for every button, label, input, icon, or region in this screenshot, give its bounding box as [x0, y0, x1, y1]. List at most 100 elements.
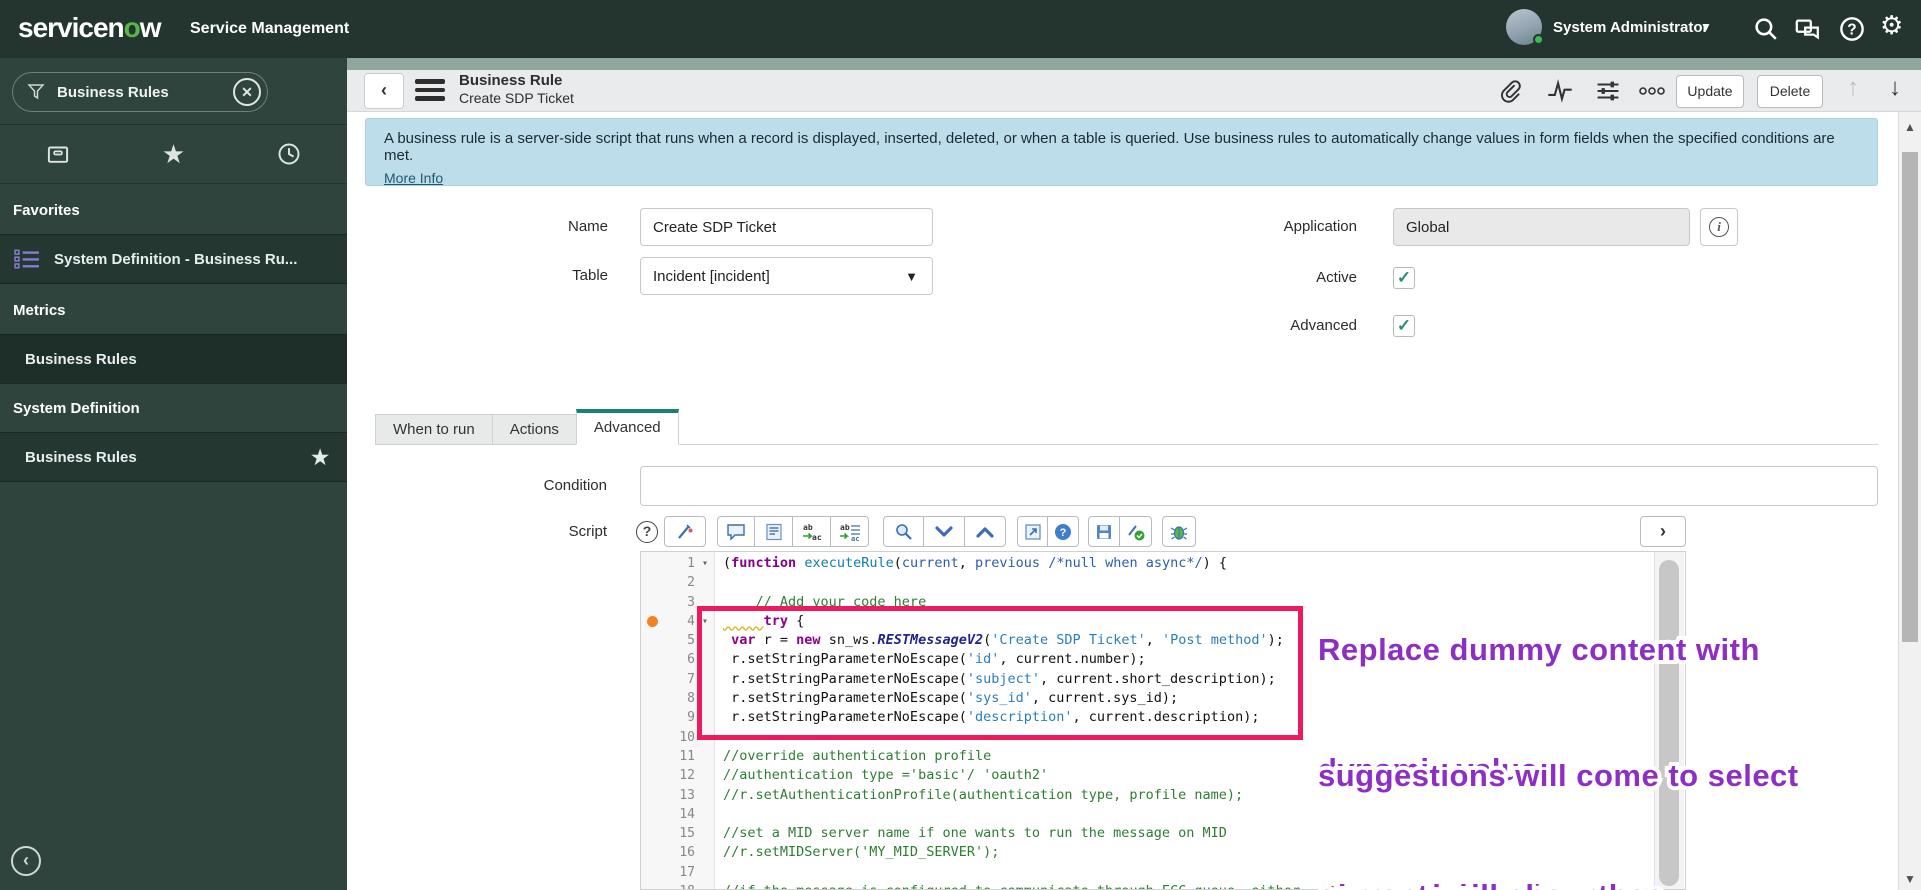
- clock-icon: [278, 143, 300, 165]
- line-number: 10: [679, 729, 695, 745]
- svg-text:ab: ab: [840, 523, 850, 532]
- sidebar-item-metrics-business-rules[interactable]: Business Rules: [0, 334, 347, 384]
- update-button[interactable]: Update: [1676, 75, 1744, 108]
- previous-record-icon[interactable]: ↑: [1847, 74, 1859, 102]
- advanced-label: Advanced: [1290, 317, 1357, 334]
- find-next-icon[interactable]: [924, 516, 965, 547]
- more-options-icon[interactable]: [1639, 83, 1667, 109]
- fold-arrow-icon[interactable]: ▾: [695, 554, 715, 573]
- line-number: 9: [687, 710, 695, 726]
- more-info-link[interactable]: More Info: [384, 170, 443, 186]
- select-caret-icon: ▼: [905, 268, 918, 284]
- user-menu[interactable]: System Administrator: [1553, 19, 1708, 36]
- section-favorites: Favorites: [13, 202, 80, 219]
- script-help-icon[interactable]: ?: [636, 521, 658, 543]
- section-metrics: Metrics: [13, 302, 66, 319]
- chat-icon[interactable]: [1794, 15, 1822, 43]
- table-select[interactable]: Incident [incident] ▼: [640, 257, 933, 295]
- checkbox-check-icon: ✓: [1396, 316, 1412, 335]
- application-field: Global: [1393, 208, 1690, 246]
- star-icon: ★: [161, 138, 186, 169]
- comment-button[interactable]: [717, 516, 755, 547]
- format-code-button[interactable]: [664, 516, 706, 547]
- favorites-tab[interactable]: ★: [116, 125, 232, 183]
- save-button[interactable]: [1088, 516, 1120, 547]
- find-previous-icon[interactable]: [965, 516, 1006, 547]
- servicenow-logo[interactable]: servicenow: [18, 12, 162, 44]
- sidebar-item-favorite-business-rules[interactable]: System Definition - Business Ru...: [0, 234, 347, 284]
- tab-advanced[interactable]: Advanced: [575, 409, 679, 445]
- form-context-menu-icon[interactable]: [415, 79, 445, 103]
- expand-editor-button[interactable]: ›: [1640, 516, 1686, 547]
- online-status-icon: [1533, 34, 1544, 45]
- navigator-filter[interactable]: Business Rules ✕: [12, 72, 268, 112]
- search-code-button[interactable]: [883, 516, 924, 547]
- logo-o-icon: o: [123, 12, 141, 43]
- description-button[interactable]: [755, 516, 793, 547]
- open-window-button[interactable]: [1017, 516, 1048, 547]
- chevron-down-icon[interactable]: ▼: [1700, 20, 1712, 34]
- api-help-button[interactable]: ?: [1048, 516, 1079, 547]
- advanced-checkbox[interactable]: ✓: [1393, 315, 1415, 337]
- funnel-icon: [27, 84, 45, 100]
- clear-filter-icon[interactable]: ✕: [233, 78, 261, 106]
- line-number: 8: [687, 691, 695, 707]
- delete-button[interactable]: Delete: [1757, 75, 1823, 108]
- scroll-up-icon[interactable]: ▲: [1904, 120, 1916, 134]
- list-icon: [14, 249, 39, 269]
- page: servicenow Service Management System Adm…: [0, 0, 1921, 890]
- activity-stream-icon[interactable]: [1547, 78, 1575, 104]
- record-name: Create SDP Ticket: [459, 90, 574, 106]
- active-checkbox[interactable]: ✓: [1393, 267, 1415, 289]
- attachment-icon[interactable]: [1497, 78, 1525, 104]
- collapse-sidebar-button[interactable]: ‹: [11, 846, 41, 876]
- debug-button[interactable]: [1162, 516, 1196, 547]
- line-number: 15: [679, 826, 695, 842]
- scroll-down-icon[interactable]: ▼: [1904, 872, 1916, 886]
- next-record-icon[interactable]: ↓: [1889, 74, 1901, 102]
- svg-text:?: ?: [1847, 22, 1856, 39]
- form-header-bar: ‹ Business Rule Create SDP Ticket Update…: [347, 70, 1921, 112]
- name-input[interactable]: Create SDP Ticket: [640, 208, 933, 246]
- active-label: Active: [1316, 269, 1357, 286]
- page-scrollbar[interactable]: ▲ ▼: [1898, 112, 1921, 890]
- sidebar-item-sysdef-business-rules[interactable]: Business Rules ★: [0, 432, 347, 482]
- header-accent-strip: [347, 58, 1921, 70]
- navigator-tabs: ★: [0, 124, 347, 184]
- tab-when-to-run[interactable]: When to run: [375, 414, 492, 445]
- info-banner-text: A business rule is a server-side script …: [384, 130, 1835, 164]
- svg-text:ac: ac: [812, 533, 822, 542]
- name-label: Name: [567, 218, 608, 235]
- filter-input[interactable]: Business Rules: [57, 84, 233, 101]
- replace-all-button[interactable]: ab ac: [831, 516, 869, 547]
- help-icon[interactable]: ?: [1838, 15, 1866, 43]
- history-tab[interactable]: [231, 125, 347, 183]
- avatar[interactable]: [1506, 9, 1544, 45]
- section-system-definition: System Definition: [13, 400, 140, 417]
- line-number: 6: [687, 652, 695, 668]
- replace-button[interactable]: ab ac: [793, 516, 831, 547]
- line-number: 14: [679, 806, 695, 822]
- line-number: 17: [679, 864, 695, 880]
- application-info-button[interactable]: i: [1700, 208, 1738, 246]
- all-applications-tab[interactable]: [0, 125, 116, 183]
- checkbox-check-icon: ✓: [1396, 268, 1412, 287]
- gear-icon[interactable]: ⚙: [1880, 10, 1908, 40]
- info-icon: i: [1709, 217, 1729, 237]
- personalize-form-icon[interactable]: [1595, 78, 1623, 104]
- application-navigator: Business Rules ✕ ★ Favorites System Defi…: [0, 58, 347, 890]
- search-icon[interactable]: [1752, 15, 1780, 43]
- favorite-star-icon[interactable]: ★: [311, 445, 329, 470]
- line-number: 2: [687, 575, 695, 591]
- fold-arrow-icon[interactable]: ▾: [695, 612, 715, 631]
- line-number: 18: [661, 882, 695, 889]
- line-number: 7: [687, 671, 695, 687]
- tab-actions[interactable]: Actions: [491, 414, 576, 445]
- table-label: Table: [572, 267, 608, 284]
- page-scrollbar-thumb[interactable]: [1902, 152, 1918, 642]
- top-header-bar: servicenow Service Management System Adm…: [0, 0, 1921, 58]
- svg-text:?: ?: [1060, 527, 1067, 539]
- condition-input[interactable]: [640, 466, 1878, 506]
- back-button[interactable]: ‹: [364, 73, 404, 109]
- syntax-check-button[interactable]: [1120, 516, 1152, 547]
